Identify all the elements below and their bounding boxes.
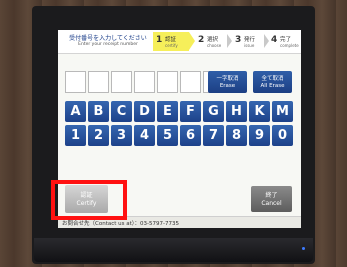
key-b[interactable]: B [88, 101, 109, 122]
key-m[interactable]: M [272, 101, 293, 122]
erase-one-label-en: Erase [219, 83, 236, 89]
key-0[interactable]: 0 [272, 125, 293, 146]
key-1[interactable]: 1 [65, 125, 86, 146]
step-label-jp: 発行 [244, 37, 256, 43]
step-certify: 1 認証 certify [153, 32, 195, 51]
step-issue: 3 発行 issue [232, 32, 265, 51]
key-7[interactable]: 7 [203, 125, 224, 146]
step-label-en: complete [280, 43, 299, 48]
step-number: 3 [235, 35, 242, 45]
key-d[interactable]: D [134, 101, 155, 122]
erase-one-label-jp: 一字取消 [216, 76, 239, 82]
contact-info: お問合せ先（Contact us at）：03-5797-7735 [62, 221, 179, 227]
key-3[interactable]: 3 [111, 125, 132, 146]
receipt-digit-box[interactable] [157, 71, 178, 93]
power-led-icon [302, 247, 305, 250]
erase-one-button[interactable]: 一字取消 Erase [208, 71, 247, 93]
key-g[interactable]: G [203, 101, 224, 122]
key-5[interactable]: 5 [157, 125, 178, 146]
key-4[interactable]: 4 [134, 125, 155, 146]
key-k[interactable]: K [249, 101, 270, 122]
step-label-en: choose [207, 43, 222, 48]
step-label-en: certify [165, 43, 178, 48]
key-a[interactable]: A [65, 101, 86, 122]
erase-all-label-en: All Erase [260, 83, 285, 89]
step-label-jp: 選択 [207, 37, 219, 43]
key-2[interactable]: 2 [88, 125, 109, 146]
receipt-digit-box[interactable] [65, 71, 86, 93]
key-8[interactable]: 8 [226, 125, 247, 146]
instruction-title-en: Enter your receipt number [78, 42, 138, 47]
erase-all-button[interactable]: 全て取消 All Erase [253, 71, 292, 93]
header-bar: 受付番号を入力してください Enter your receipt number … [58, 30, 301, 54]
step-number: 1 [156, 35, 163, 45]
step-number: 4 [271, 35, 278, 45]
key-9[interactable]: 9 [249, 125, 270, 146]
step-complete: 4 完了 complete [268, 32, 301, 51]
cancel-label-jp: 終了 [265, 192, 278, 199]
step-label-jp: 認証 [165, 37, 177, 43]
receipt-digit-box[interactable] [88, 71, 109, 93]
step-label-en: issue [244, 43, 255, 48]
key-c[interactable]: C [111, 101, 132, 122]
erase-all-label-jp: 全て取消 [261, 76, 284, 82]
key-e[interactable]: E [157, 101, 178, 122]
key-6[interactable]: 6 [180, 125, 201, 146]
step-number: 2 [198, 35, 205, 45]
receipt-digit-box[interactable] [180, 71, 201, 93]
cancel-button[interactable]: 終了 Cancel [251, 186, 292, 212]
key-f[interactable]: F [180, 101, 201, 122]
instruction-title-jp: 受付番号を入力してください [69, 35, 147, 42]
cancel-label-en: Cancel [261, 200, 282, 207]
certify-highlight-box [51, 180, 127, 220]
receipt-digit-box[interactable] [134, 71, 155, 93]
monitor-chin [34, 238, 313, 262]
key-h[interactable]: H [226, 101, 247, 122]
step-choose: 2 選択 choose [195, 32, 228, 51]
step-label-jp: 完了 [280, 37, 292, 43]
receipt-digit-box[interactable] [111, 71, 132, 93]
